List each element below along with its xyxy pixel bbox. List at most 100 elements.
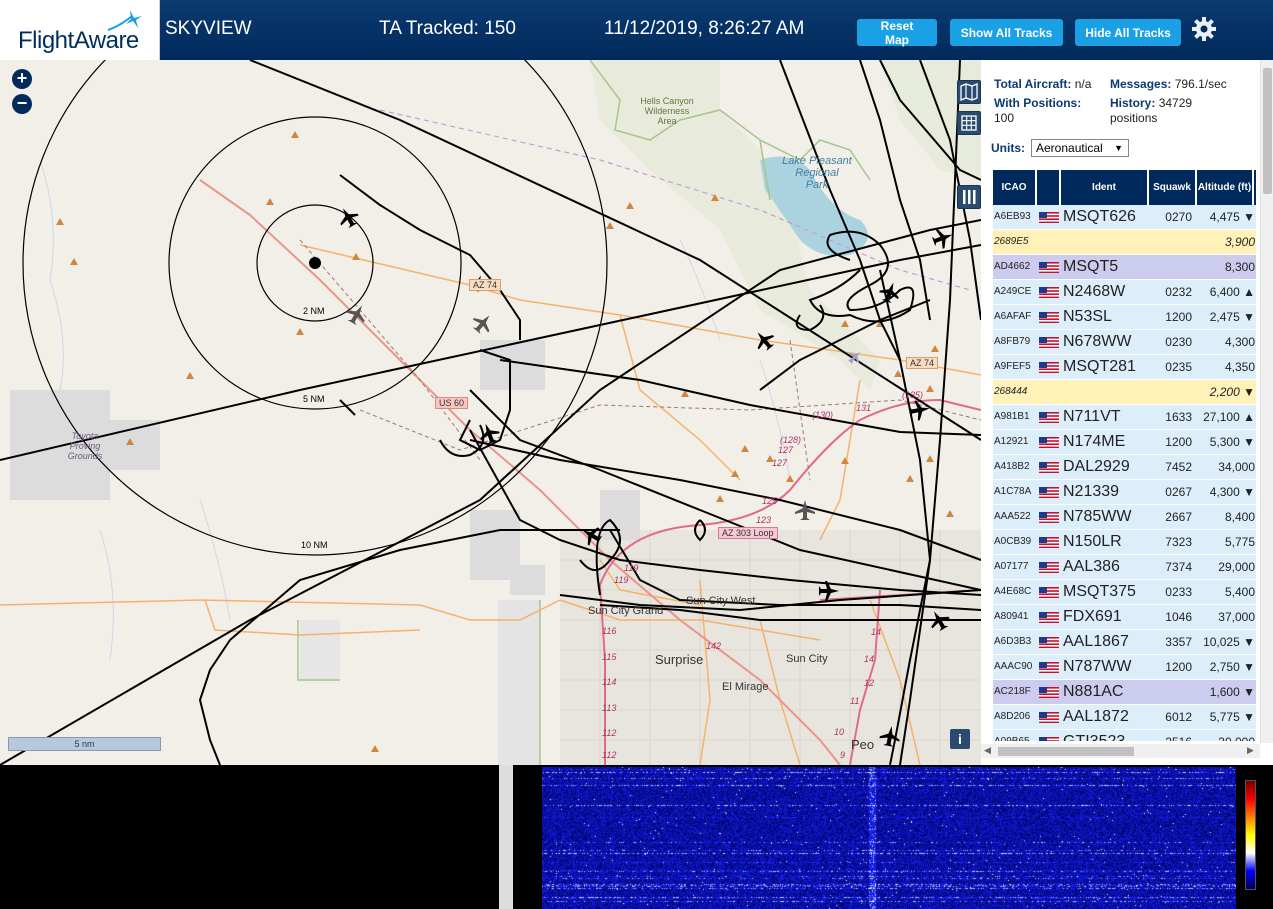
ident-cell: N678WW [1063,333,1132,350]
ident-cell [1061,230,1149,254]
column-header-flag[interactable] [1037,170,1060,205]
squawk-cell [1149,680,1196,704]
ident-cell: N53SL [1063,308,1112,325]
place-label-line: Regional [795,167,839,179]
scroll-left-icon[interactable]: ◀ [984,745,991,756]
table-row[interactable]: AD4662 MSQT5 8,300 [993,255,1256,280]
range-ring-label: 10 NM [300,540,329,550]
us-flag-icon [1039,612,1059,623]
column-header-altitude[interactable]: Altitude (ft) [1197,170,1253,205]
show-all-tracks-button[interactable]: Show All Tracks [950,19,1063,46]
place-label-line: Hells Canyon [640,96,694,106]
table-row[interactable]: A249CE N2468W 0232 6,400 ▲ [993,280,1256,305]
mile-marker: 112 [602,750,617,760]
positions-value: 100 [994,111,1015,125]
squawk-cell: 2667 [1165,510,1192,524]
scroll-right-icon[interactable]: ▶ [1247,745,1254,756]
units-select[interactable]: Aeronautical ▼ [1031,139,1129,157]
mile-marker: 14 [864,654,875,664]
mile-marker: (135) [902,390,924,400]
column-header-extra[interactable] [1254,170,1256,205]
table-row[interactable]: A80941 FDX691 1046 37,000 [993,605,1256,630]
mile-marker: (130) [812,410,834,420]
place-label-proving-grounds: Toyota Proving Grounds [60,431,110,461]
icao-cell: A09B65 [993,730,1036,741]
reset-map-button[interactable]: Reset Map [857,19,937,47]
table-row[interactable]: A6D3B3 AAL1867 3357 10,025 ▼ [993,630,1256,655]
vertical-scrollbar[interactable] [1260,60,1273,743]
info-button[interactable]: i [950,729,970,749]
column-header-squawk[interactable]: Squawk [1149,170,1196,205]
altitude-cell: 4,475 ▼ [1209,210,1255,224]
us-flag-icon [1039,412,1059,423]
hide-all-tracks-button[interactable]: Hide All Tracks [1075,19,1181,46]
grid-toggle-icon[interactable] [957,111,981,135]
units-select-value: Aeronautical [1036,141,1103,155]
table-row[interactable]: A1C78A N21339 0267 4,300 ▼ [993,480,1256,505]
map-view[interactable]: 2 NM 5 NM 10 NM Hells Canyon Wilderness … [0,60,981,765]
flag-cell [1037,555,1060,579]
table-row[interactable]: A6EB93 MSQT626 0270 4,475 ▼ [993,205,1256,230]
table-row[interactable]: A8FB79 N678WW 0230 4,300 [993,330,1256,355]
place-label-line: Grounds [67,451,103,461]
road-label-az74: AZ 74 [906,357,939,369]
mile-marker: (128) [780,435,802,445]
table-row[interactable]: A418B2 DAL2929 7452 34,000 [993,455,1256,480]
table-row[interactable]: A4E68C MSQT375 0233 5,400 [993,580,1256,605]
flag-cell [1037,530,1060,554]
us-flag-icon [1039,212,1059,223]
ident-cell: AAL1867 [1063,633,1129,650]
flag-cell [1037,305,1060,329]
altitude-cell: 4,350 [1224,360,1255,374]
pane-divider[interactable] [499,765,513,909]
icao-cell: A981B1 [994,411,1030,422]
scrollbar-thumb[interactable] [1263,68,1272,194]
table-row[interactable]: A8D206 AAL1872 6012 5,775 ▼ [993,705,1256,730]
mile-marker: 11 [850,696,860,706]
table-row[interactable]: 268444 2,200 ▼ [993,380,1256,405]
squawk-cell: 7374 [1165,560,1192,574]
zoom-out-button[interactable]: − [12,94,32,114]
table-row[interactable]: A07177 AAL386 7374 29,000 [993,555,1256,580]
horizontal-scrollbar[interactable]: ◀ ▶ [981,744,1260,758]
columns-toggle-icon[interactable] [957,185,981,209]
altitude-cell: 8,400 [1224,510,1255,524]
flightaware-logo[interactable]: FlightAware [0,0,160,60]
table-row[interactable]: A981B1 N711VT 1633 27,100 ▲ [993,405,1256,430]
history-stat: History: 34729 positions [1110,96,1250,126]
ident-cell: N174ME [1063,433,1126,450]
squawk-cell: 1200 [1165,435,1192,449]
us-flag-icon [1039,312,1059,323]
flag-cell [1037,330,1060,354]
mile-marker: 12 [864,678,875,688]
column-header-icao[interactable]: ICAO [993,170,1036,205]
table-row[interactable]: AAAC90 N787WW 1200 2,750 ▼ [993,655,1256,680]
ident-cell: N21339 [1063,483,1120,500]
place-label-lake-pleasant: Lake Pleasant Regional Park [772,155,862,191]
table-row[interactable]: AC218F N881AC 1,600 ▼ [993,680,1256,705]
icao-cell: A8D206 [994,711,1031,722]
table-row[interactable]: A9FEF5 MSQT281 0235 4,350 [993,355,1256,380]
table-row[interactable]: A6AFAF N53SL 1200 2,475 ▼ [993,305,1256,330]
aircraft-panel: Total Aircraft: n/a With Positions: 100 … [981,60,1273,765]
table-row[interactable]: A09B65 GTI3523251630,000 [993,730,1256,741]
place-label-el-mirage: El Mirage [722,681,769,693]
map-layers-icon[interactable] [957,80,981,104]
table-row[interactable]: A12921 N174ME 1200 5,300 ▼ [993,430,1256,455]
scrollbar-thumb[interactable] [998,747,1134,756]
gear-icon[interactable] [1191,16,1217,42]
table-row[interactable]: 2689E5 3,900 [993,230,1256,255]
altitude-cell: 29,000 [1218,560,1255,574]
ident-cell: N711VT [1063,408,1121,425]
ident-cell: N150LR [1063,533,1122,550]
table-row[interactable]: AAA522 N785WW 2667 8,400 [993,505,1256,530]
icao-cell: A12921 [994,436,1029,447]
ident-cell: MSQT375 [1063,583,1136,600]
column-header-ident[interactable]: Ident [1061,170,1148,205]
table-row[interactable]: A0CB39 N150LR 7323 5,775 [993,530,1256,555]
place-label-line: Wilderness [644,106,690,116]
flag-cell [1037,505,1060,529]
us-flag-icon [1039,537,1059,548]
zoom-in-button[interactable]: + [12,69,32,89]
squawk-cell: 1046 [1165,610,1192,624]
